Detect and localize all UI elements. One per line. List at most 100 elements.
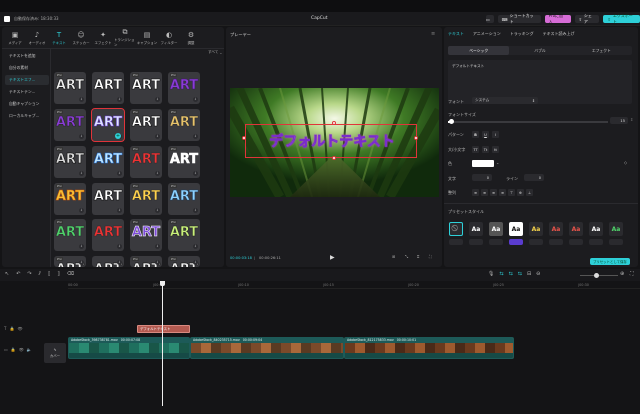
text-template-tile[interactable]: ART⇩: [92, 72, 124, 104]
shortcut-button[interactable]: ⌨ ショートカット: [497, 13, 541, 24]
text-template-tile[interactable]: ProART⇩: [168, 183, 200, 215]
video-frame[interactable]: デフォルトテキスト: [230, 88, 439, 197]
text-template-tile[interactable]: ART⇩: [92, 146, 124, 178]
text-template-tile[interactable]: ProART⇩: [54, 256, 86, 267]
split-left-icon[interactable]: ⟦: [48, 271, 50, 277]
preset-style-tile[interactable]: Aa: [489, 222, 503, 236]
magnet-icon[interactable]: ⇆: [509, 271, 513, 277]
text-template-tile[interactable]: ProART⇩: [54, 183, 86, 215]
text-template-tile[interactable]: ProART⇩: [54, 146, 86, 178]
text-template-tile[interactable]: ProART⇩: [130, 256, 162, 267]
text-template-tile[interactable]: ART⇩: [92, 256, 124, 267]
resize-handle[interactable]: [332, 121, 336, 125]
download-icon[interactable]: ⇩: [79, 244, 84, 249]
delete-icon[interactable]: ⌫: [67, 271, 74, 277]
resize-handle[interactable]: [332, 156, 336, 160]
preset-style-tile[interactable]: Aa: [589, 222, 603, 236]
download-icon[interactable]: ⇩: [193, 244, 198, 249]
text-template-tile[interactable]: ART⇩+: [91, 108, 125, 142]
download-icon[interactable]: ⇩: [193, 134, 198, 139]
video-clip[interactable]: AdobeStock_840235715.mov 00:00:09:04: [190, 337, 344, 359]
crop-icon[interactable]: ⌗: [417, 254, 419, 259]
ratio-icon[interactable]: ⊞: [392, 254, 395, 259]
text-template-tile[interactable]: ProART⇩: [168, 72, 200, 104]
download-icon[interactable]: ⇩: [117, 208, 122, 213]
preset-style-tile[interactable]: [609, 239, 623, 245]
text-template-tile[interactable]: ProART⇩: [168, 256, 200, 267]
resize-handle[interactable]: [242, 136, 246, 140]
download-icon[interactable]: ⇩: [193, 208, 198, 213]
split-right-icon[interactable]: ⟧: [57, 271, 59, 277]
preset-style-tile[interactable]: Aa: [549, 222, 563, 236]
add-to-timeline-icon[interactable]: +: [115, 133, 121, 139]
zoom-slider[interactable]: [580, 273, 618, 278]
redo-icon[interactable]: ↷: [27, 271, 31, 277]
preset-style-tile[interactable]: [469, 239, 483, 245]
text-template-tile[interactable]: ProART⇩: [54, 72, 86, 104]
preset-style-tile[interactable]: [509, 239, 523, 245]
text-template-tile[interactable]: ProART⇩: [168, 146, 200, 178]
preset-style-tile[interactable]: Aa: [509, 222, 523, 236]
fit-icon[interactable]: ⛶: [630, 271, 634, 277]
text-template-tile[interactable]: ProART⇩: [130, 146, 162, 178]
no-style-icon[interactable]: ⃠: [449, 222, 463, 236]
video-clip[interactable]: AdobeStock_398738781.mov 00:00:07:08: [68, 337, 190, 359]
microphone-icon[interactable]: 🎙: [488, 271, 494, 277]
download-icon[interactable]: ⇩: [79, 97, 84, 102]
text-template-tile[interactable]: ProART⇩: [130, 219, 162, 251]
download-icon[interactable]: ⇩: [193, 171, 198, 176]
preview-axis-icon[interactable]: ⊟: [527, 271, 531, 277]
download-icon[interactable]: ⇩: [155, 171, 160, 176]
pro-subscribe-button[interactable]: Proに加入: [544, 13, 571, 24]
download-icon[interactable]: ⇩: [79, 134, 84, 139]
zoom-in-icon[interactable]: ⊕: [620, 271, 624, 277]
preset-style-tile[interactable]: [529, 239, 543, 245]
zoom-out-icon[interactable]: ⊖: [536, 271, 540, 277]
scale-icon[interactable]: ⤡: [405, 254, 408, 259]
text-template-tile[interactable]: ProART⇩: [168, 109, 200, 141]
text-template-tile[interactable]: ProART⇩: [130, 109, 162, 141]
preset-style-tile[interactable]: [489, 239, 503, 245]
preset-style-tile[interactable]: [569, 239, 583, 245]
export-button[interactable]: ⇧ エクスポート: [603, 13, 640, 24]
download-icon[interactable]: ⇩: [155, 208, 160, 213]
download-icon[interactable]: ⇩: [193, 260, 198, 265]
split-icon[interactable]: ⫽: [39, 271, 41, 277]
link-main-icon[interactable]: ⇆: [499, 271, 503, 277]
preset-style-tile[interactable]: Aa: [569, 222, 583, 236]
preset-style-tile[interactable]: Aa: [529, 222, 543, 236]
menu-icon[interactable]: ≡: [431, 31, 435, 37]
download-icon[interactable]: ⇩: [155, 97, 160, 102]
download-icon[interactable]: ⇩: [117, 97, 122, 102]
download-icon[interactable]: ⇩: [79, 171, 84, 176]
download-icon[interactable]: ⇩: [155, 244, 160, 249]
download-icon[interactable]: ⇩: [117, 171, 122, 176]
cursor-icon[interactable]: ↖: [5, 271, 9, 277]
playhead-handle[interactable]: [160, 281, 165, 286]
preset-style-tile[interactable]: [449, 239, 463, 245]
download-icon[interactable]: ⇩: [79, 208, 84, 213]
overlay-text[interactable]: デフォルトテキスト: [246, 131, 418, 151]
layout-icon[interactable]: ▭: [486, 15, 494, 23]
download-icon[interactable]: ⇩: [79, 260, 84, 265]
link-icon[interactable]: ⇆: [518, 271, 522, 277]
video-clip[interactable]: AdobeStock_812175833.mov 00:00:10:01: [344, 337, 514, 359]
resize-handle[interactable]: [414, 136, 418, 140]
download-icon[interactable]: ⇩: [117, 260, 122, 265]
preset-style-tile[interactable]: [589, 239, 603, 245]
text-template-tile[interactable]: ART⇩: [92, 219, 124, 251]
preset-style-tile[interactable]: Aa: [469, 222, 483, 236]
download-icon[interactable]: ⇩: [155, 134, 160, 139]
text-template-tile[interactable]: ART⇩: [92, 183, 124, 215]
preset-style-tile[interactable]: Aa: [609, 222, 623, 236]
download-icon[interactable]: ⇩: [155, 260, 160, 265]
download-icon[interactable]: ⇩: [193, 97, 198, 102]
playhead[interactable]: [162, 281, 163, 406]
preset-style-tile[interactable]: [549, 239, 563, 245]
share-button[interactable]: ⇪ シェア: [574, 13, 600, 24]
save-preset-button[interactable]: プリセットとして保存: [590, 258, 630, 265]
text-selection-box[interactable]: デフォルトテキスト: [245, 124, 417, 158]
text-template-tile[interactable]: ProART⇩: [168, 219, 200, 251]
undo-icon[interactable]: ↶: [16, 271, 20, 277]
text-template-tile[interactable]: ProART⇩: [130, 183, 162, 215]
